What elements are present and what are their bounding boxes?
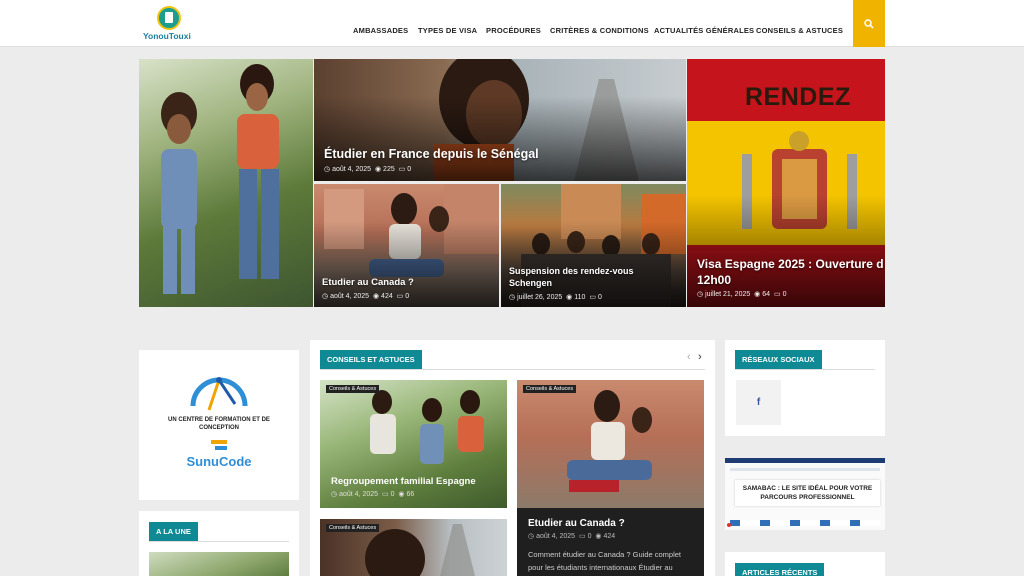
nav-procedures[interactable]: PROCÉDURES xyxy=(486,26,541,35)
recent-articles-label: ARTICLES RÉCENTS xyxy=(735,563,825,576)
logo-text: YonouTouxi xyxy=(143,31,191,41)
clock-icon: ◷ xyxy=(697,291,704,298)
samabac-banner[interactable]: SAMABAC : LE SITE IDÉAL POUR VOTRE PARCO… xyxy=(725,458,885,530)
sunucode-logo-mark-icon xyxy=(211,440,227,450)
card-france[interactable]: Conseils & Astuces xyxy=(320,519,507,576)
card-canada-excerpt: Comment étudier au Canada ? Guide comple… xyxy=(528,550,682,572)
nav-ambassades[interactable]: AMBASSADES xyxy=(353,26,408,35)
site-logo[interactable]: YonouTouxi xyxy=(143,4,195,42)
hero-tile-girls[interactable] xyxy=(139,59,313,307)
samabac-caption: SAMABAC : LE SITE IDÉAL POUR VOTRE PARCO… xyxy=(735,480,880,506)
card-france-category[interactable]: Conseils & Astuces xyxy=(326,524,380,532)
eye-icon: ◉ xyxy=(374,166,382,173)
comment-icon: ▭ xyxy=(396,293,404,300)
clock-icon: ◷ xyxy=(322,293,329,300)
eye-icon: ◉ xyxy=(595,533,602,540)
card-canada[interactable]: Conseils & Astuces Etudier au Canada ? ◷… xyxy=(517,380,704,576)
comment-icon: ▭ xyxy=(381,491,389,498)
comment-icon: ▭ xyxy=(589,294,596,301)
hero-schengen-title[interactable]: Suspension des rendez-vous Schengen xyxy=(509,265,634,289)
clock-icon: ◷ xyxy=(324,166,331,173)
conseils-label: CONSEILS ET ASTUCES xyxy=(320,350,422,369)
card-regroupement-category[interactable]: Conseils & Astuces xyxy=(326,385,380,393)
logo-icon xyxy=(157,6,181,30)
facebook-button[interactable]: f xyxy=(736,380,781,425)
hero-canada-meta: ◷ août 4, 2025 ◉ 424 ▭ 0 xyxy=(322,293,410,300)
card-regroupement-photo xyxy=(370,390,484,464)
hero-canada-title[interactable]: Etudier au Canada ? xyxy=(322,277,414,288)
hero-tile-canada[interactable]: Etudier au Canada ? ◷ août 4, 2025 ◉ 424 ▭… xyxy=(314,184,499,307)
nav-types-de-visa[interactable]: TYPES DE VISA xyxy=(418,26,477,35)
clock-icon: ◷ xyxy=(331,491,338,498)
clock-icon: ◷ xyxy=(509,294,516,301)
hero-france-meta: ◷ août 4, 2025 ◉ 225 ▭ 0 xyxy=(324,166,412,173)
hero-france-title[interactable]: Étudier en France depuis le Sénégal xyxy=(324,147,539,161)
a-la-une-label: A LA UNE xyxy=(149,522,198,541)
chevron-right-icon[interactable]: › xyxy=(698,351,702,363)
card-canada-photo xyxy=(517,380,704,508)
card-canada-title[interactable]: Etudier au Canada ? xyxy=(528,518,625,529)
comment-icon: ▭ xyxy=(398,166,406,173)
clock-icon: ◷ xyxy=(528,533,535,540)
comment-icon: ▭ xyxy=(773,291,781,298)
chevron-left-icon[interactable]: ‹ xyxy=(687,351,691,363)
search-button[interactable] xyxy=(853,0,885,47)
card-regroupement[interactable]: Conseils & Astuces Regroupement familial… xyxy=(320,380,507,508)
eye-icon: ◉ xyxy=(566,294,573,301)
eye-icon: ◉ xyxy=(372,293,380,300)
conseils-widget: CONSEILS ET ASTUCES ‹ › Conseils & Astuc… xyxy=(310,340,715,576)
nav-actualites-generales[interactable]: ACTUALITÉS GÉNÉRALES xyxy=(654,26,754,35)
social-widget: RÉSEAUX SOCIAUX f xyxy=(725,340,885,436)
eye-icon: ◉ xyxy=(754,291,761,298)
search-icon xyxy=(864,18,874,29)
hero-espagne-meta: ◷ juillet 21, 2025 ◉ 64 ▭ 0 xyxy=(697,291,787,298)
a-la-une-widget: A LA UNE xyxy=(139,511,299,576)
hero-espagne-title[interactable]: Visa Espagne 2025 : Ouverture d 12h00 xyxy=(697,256,884,288)
sunucode-tagline: UN CENTRE DE FORMATION ET DE CONCEPTION xyxy=(168,417,270,431)
card-canada-category[interactable]: Conseils & Astuces xyxy=(523,385,577,393)
social-label: RÉSEAUX SOCIAUX xyxy=(735,350,822,369)
nav-conseils-astuces[interactable]: CONSEILS & ASTUCES xyxy=(756,26,843,35)
recent-articles-widget: ARTICLES RÉCENTS xyxy=(725,552,885,576)
girls-photo xyxy=(161,64,279,294)
sunucode-brand: SunuCode xyxy=(186,454,252,469)
nav-criteres-conditions[interactable]: CRITÈRES & CONDITIONS xyxy=(550,26,649,35)
hero-tile-schengen[interactable]: Suspension des rendez-vous Schengen ◷ jui… xyxy=(501,184,686,307)
hero-schengen-meta: ◷ juillet 26, 2025 ◉ 110 ▭ 0 xyxy=(509,294,602,301)
a-la-une-thumbnail[interactable] xyxy=(149,552,289,576)
comment-icon: ▭ xyxy=(578,533,586,540)
eye-icon: ◉ xyxy=(398,491,405,498)
sunucode-compass-icon xyxy=(190,377,248,411)
card-regroupement-meta: ◷ août 4, 2025 ▭ 0 ◉ 66 xyxy=(331,491,415,498)
site-header: YonouTouxi AMBASSADES TYPES DE VISA PROC… xyxy=(0,0,1024,47)
hero-tile-france[interactable]: Étudier en France depuis le Sénégal ◷ aoû… xyxy=(314,59,686,181)
hero-tile-espagne[interactable]: RENDEZ Visa Espagne 2025 : Ouverture d 1… xyxy=(687,59,885,307)
sunucode-ad[interactable]: UN CENTRE DE FORMATION ET DE CONCEPTION … xyxy=(139,350,299,500)
card-regroupement-title[interactable]: Regroupement familial Espagne xyxy=(331,476,476,487)
facebook-icon: f xyxy=(756,397,761,408)
card-canada-meta: ◷ août 4, 2025 ▭ 0 ◉ 424 xyxy=(528,533,616,540)
